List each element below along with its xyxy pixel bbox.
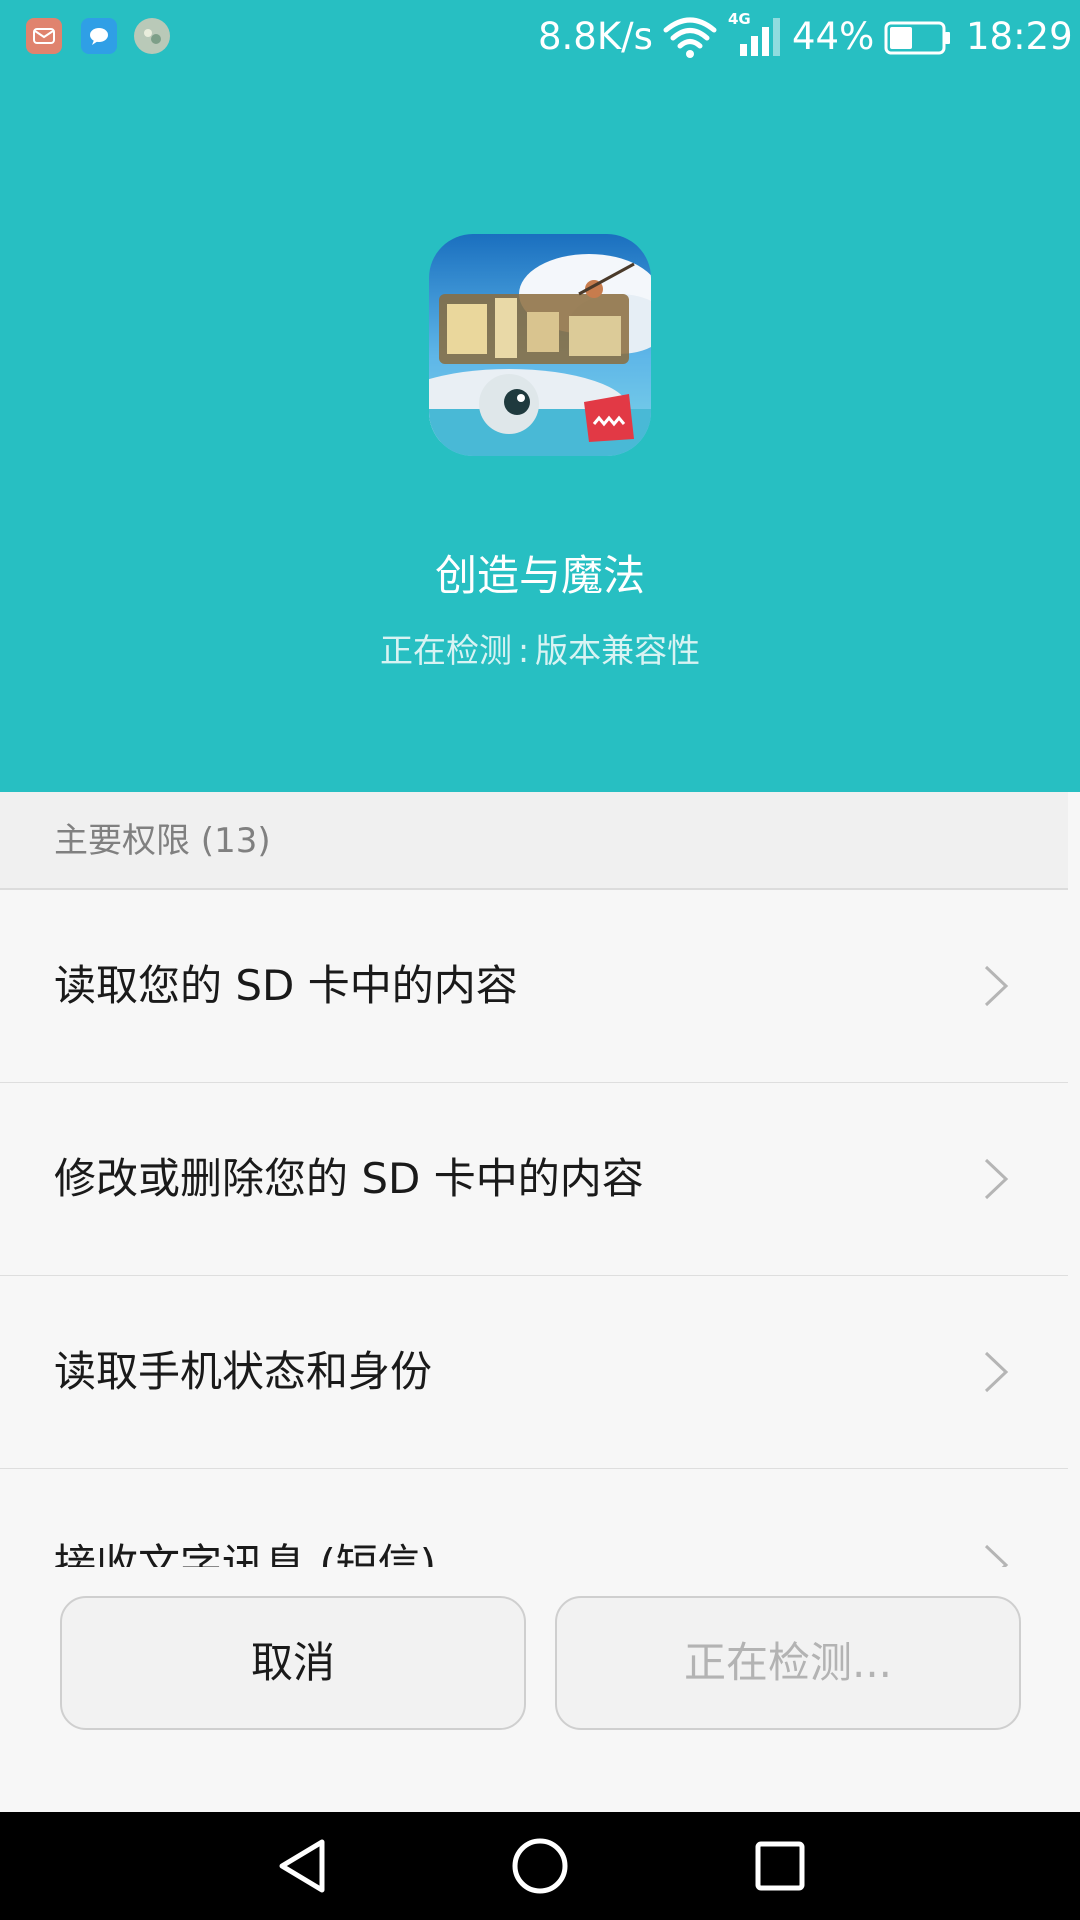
scan-status: 正在检测: 版本兼容性: [0, 628, 1080, 674]
scan-status-value: 版本兼容性: [535, 631, 701, 670]
permission-item-label: 修改或删除您的 SD 卡中的内容: [54, 1154, 644, 1203]
cancel-button[interactable]: 取消: [60, 1596, 526, 1730]
chevron-right-icon: [984, 965, 1009, 1007]
battery-icon: [884, 21, 950, 55]
app-header: 8.8K/s 4G 44% 18:29 创造与魔法 正在检测: 版本兼容性: [0, 0, 1080, 792]
network-type-label: 4G: [728, 10, 751, 28]
battery-percentage: 44%: [792, 15, 875, 58]
permissions-header-label: 主要权限 (13): [54, 821, 271, 861]
scan-status-label: 正在检测: [379, 631, 512, 670]
back-icon[interactable]: [272, 1836, 332, 1896]
permissions-header: 主要权限 (13): [0, 792, 1068, 890]
battery-level-fill: [890, 27, 912, 49]
permission-item[interactable]: 读取手机状态和身份: [0, 1276, 1068, 1470]
permission-item[interactable]: 修改或删除您的 SD 卡中的内容: [0, 1083, 1068, 1277]
permission-item-label: 读取您的 SD 卡中的内容: [54, 961, 518, 1010]
permissions-list[interactable]: 主要权限 (13) 读取您的 SD 卡中的内容 修改或删除您的 SD 卡中的内容…: [0, 792, 1068, 1567]
app-icon: [429, 234, 651, 456]
message-icon: [81, 18, 117, 54]
scan-status-separator: :: [517, 631, 530, 670]
chevron-right-icon: [984, 1158, 1009, 1200]
photo-icon: [134, 18, 170, 54]
permission-item[interactable]: 接收文字讯息 (短信): [0, 1469, 1068, 1567]
recent-apps-icon[interactable]: [750, 1836, 810, 1896]
permission-item-label: 读取手机状态和身份: [54, 1347, 433, 1396]
permission-item-label: 接收文字讯息 (短信): [54, 1540, 437, 1567]
navigation-bar: [0, 1812, 1080, 1920]
clock: 18:29: [966, 15, 1073, 58]
chevron-right-icon: [984, 1544, 1009, 1567]
cellular-signal-icon: 4G: [728, 10, 780, 56]
app-name: 创造与魔法: [434, 551, 645, 600]
home-icon[interactable]: [508, 1836, 572, 1896]
network-speed: 8.8K/s: [538, 15, 653, 58]
chevron-right-icon: [984, 1351, 1009, 1393]
status-bar: 8.8K/s 4G 44% 18:29: [0, 0, 1080, 74]
mail-icon: [26, 18, 62, 54]
permission-item[interactable]: 读取您的 SD 卡中的内容: [0, 890, 1068, 1084]
detecting-button: 正在检测...: [555, 1596, 1021, 1730]
wifi-icon: [663, 17, 717, 58]
